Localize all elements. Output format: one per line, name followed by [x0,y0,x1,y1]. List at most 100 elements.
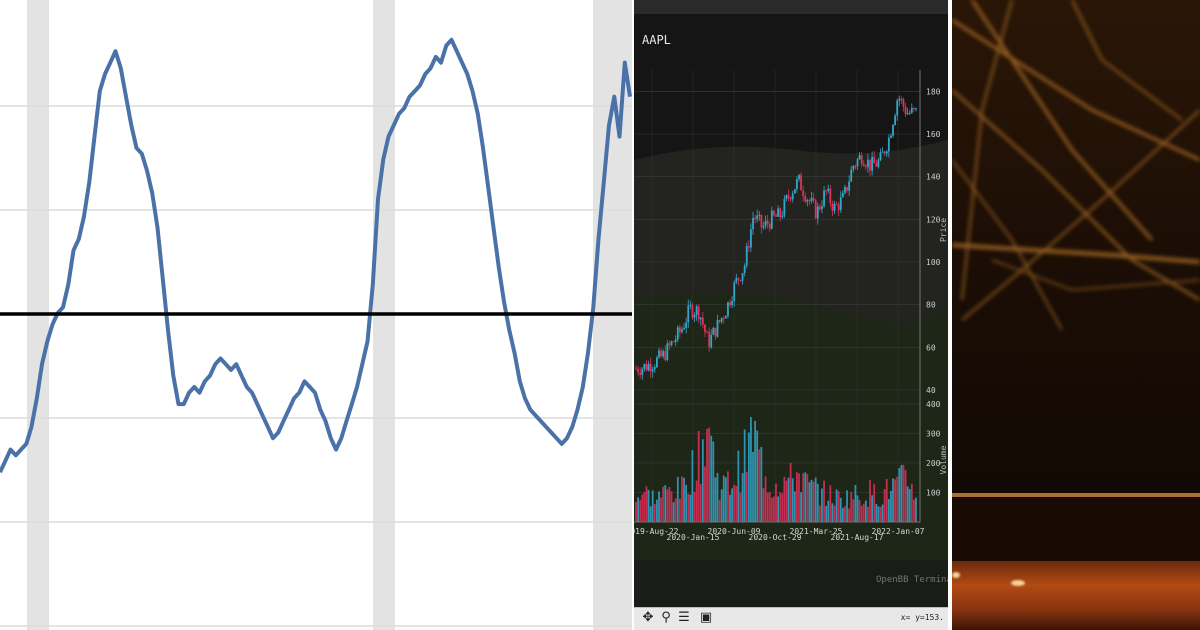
volume-tick-label: 400 [926,400,941,409]
candle-body [660,350,662,357]
candle-body [651,369,654,372]
volume-bar [900,465,903,522]
window-title-bar [634,0,948,14]
volume-bar [739,492,742,522]
volume-bar [704,466,706,522]
ember-photo [952,0,1200,630]
candle-body [729,302,731,306]
candle-body [773,210,775,216]
candle-body [760,215,763,228]
candle-body [806,200,809,202]
candle-body [864,166,867,168]
volume-bar [892,478,894,522]
volume-bar [821,488,823,522]
volume-bar [766,492,769,522]
volume-bar [850,492,853,522]
volume-bar [877,506,880,522]
volume-bar [862,503,865,522]
volume-bar [666,489,669,522]
candle-body [779,208,782,218]
photo-panel [952,0,1200,630]
volume-bar [706,428,708,522]
x-tick-label: 2022-Jan-07 [872,527,925,536]
volume-bar [668,487,671,522]
volume-bar [760,446,763,522]
volume-bar [635,502,637,522]
price-tick-label: 100 [926,258,941,267]
candle-body [852,165,855,170]
volume-bar [750,417,752,522]
candle-body [685,322,688,328]
candle-body [816,206,819,219]
candle-body [783,199,786,216]
candle-body [856,159,859,167]
watermark: OpenBB Terminal [876,575,948,585]
volume-bar [864,500,867,522]
volume-bar [775,483,777,522]
volume-bar [816,483,819,522]
volume-bar [867,506,869,522]
candle-body [668,343,671,346]
candle-body [814,200,817,219]
candle-body [875,163,878,167]
volume-bar [779,492,782,522]
candle-body [906,113,909,115]
coordinate-readout: x= y=153. [900,613,944,622]
candle-body [704,324,706,332]
candle-body [913,107,915,109]
volume-bar [773,496,775,522]
volume-bar [858,499,861,522]
volume-bar [781,493,784,522]
candle-body [873,156,876,164]
volume-bar [871,495,874,522]
volume-bar [687,493,690,522]
volume-bar [785,480,788,522]
candle-body [752,218,754,230]
configure-icon[interactable]: ☰ [676,610,692,626]
candle-body [854,165,857,167]
volume-bar [906,486,909,522]
volume-bar [806,473,809,522]
volume-bar [689,494,692,522]
candle-body [904,106,907,115]
candle-body [743,265,746,274]
candle-body [785,195,788,200]
candle-body [683,327,685,330]
volume-bar [856,495,859,522]
pan-icon[interactable]: ✥ [640,610,656,626]
candle-body [900,98,903,100]
save-icon[interactable]: ▣ [698,610,714,626]
volume-bar [737,450,740,522]
volume-bar [846,490,848,522]
candle-body [892,124,894,136]
volume-bar [787,477,790,522]
candle-body [653,367,656,370]
zoom-icon[interactable]: ⚲ [658,610,674,626]
candle-body [768,223,771,229]
candle-body [710,334,713,348]
volume-bar [712,441,715,522]
candle-body [708,332,711,348]
volume-bar [873,483,876,522]
volume-bar [904,470,907,522]
volume-bar [716,472,719,522]
candle-body [883,151,886,154]
candle-body [716,319,719,337]
candle-body [802,190,805,196]
volume-bar [764,476,767,522]
candle-body [877,160,880,167]
candle-body [695,306,698,315]
volume-bar [793,491,796,522]
candle-body [754,218,757,220]
line-chart-panel [0,0,632,630]
candle-body [812,197,815,201]
candle-body [795,179,798,190]
volume-bar [885,478,888,522]
volume-bar [643,492,646,522]
volume-bar [647,490,650,522]
volume-bar [685,484,688,522]
candle-body [862,164,865,167]
volume-bar [641,494,644,522]
volume-bar [651,490,654,522]
candle-body [722,317,725,319]
